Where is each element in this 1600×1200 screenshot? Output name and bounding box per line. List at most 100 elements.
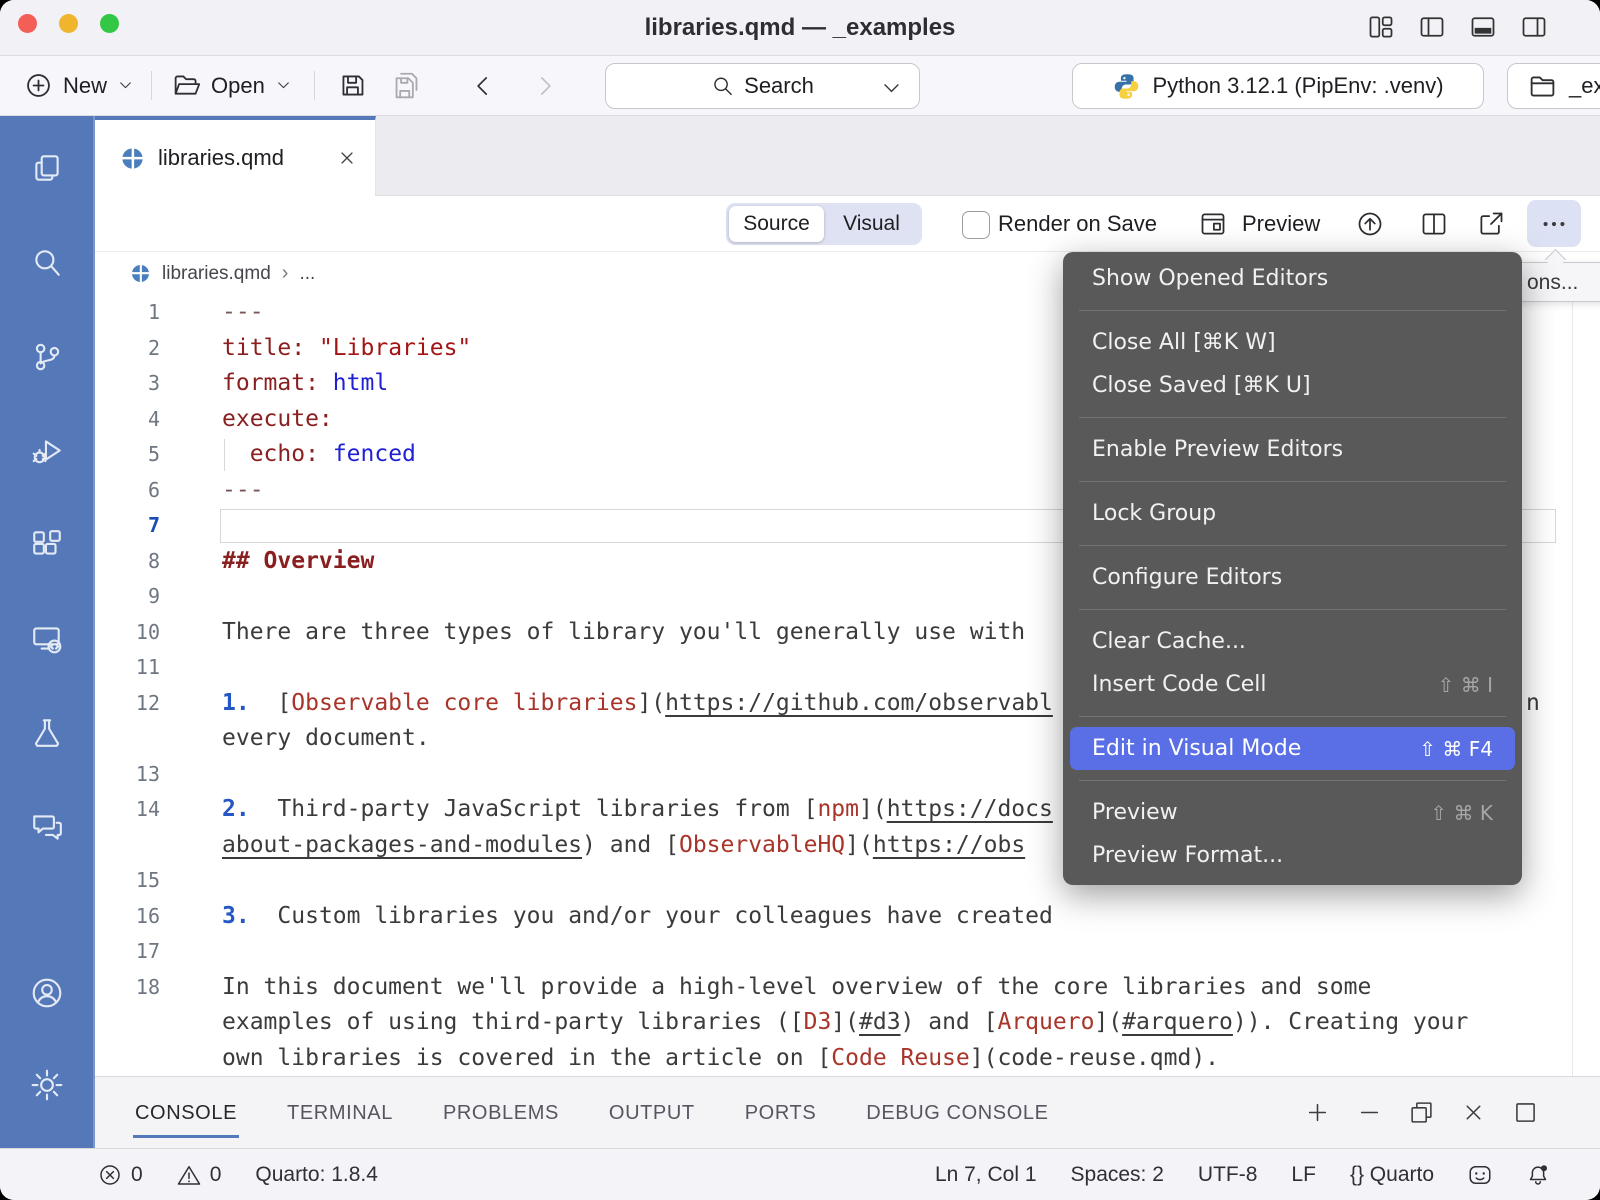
visual-mode-button[interactable]: Visual bbox=[824, 206, 919, 242]
menu-item-label: Close All [⌘K W] bbox=[1092, 330, 1276, 355]
sidebar-explorer[interactable] bbox=[30, 152, 64, 186]
sidebar-debug[interactable] bbox=[30, 434, 64, 468]
code-row[interactable]: examples of using third-party libraries … bbox=[95, 1005, 1600, 1041]
sidebar-extensions[interactable] bbox=[30, 528, 64, 562]
code-row[interactable]: 18In this document we'll provide a high-… bbox=[95, 970, 1600, 1006]
menu-item-shortcut: ⇧ ⌘ F4 bbox=[1419, 737, 1493, 761]
status-item-feedback[interactable] bbox=[1468, 1163, 1492, 1187]
code-text: There are three types of library you'll … bbox=[181, 615, 1025, 651]
code-row[interactable]: 163. Custom libraries you and/or your co… bbox=[95, 899, 1600, 935]
menu-item[interactable]: Configure Editors bbox=[1070, 556, 1515, 599]
status-item[interactable]: Ln 7, Col 1 bbox=[935, 1163, 1037, 1187]
render-icon[interactable] bbox=[1356, 210, 1384, 238]
status-item[interactable]: Quarto: 1.8.4 bbox=[255, 1163, 378, 1187]
sidebar-testing[interactable] bbox=[30, 716, 64, 750]
menu-item[interactable]: Show Opened Editors bbox=[1070, 257, 1515, 300]
panel-tab-console[interactable]: CONSOLE bbox=[133, 1088, 239, 1138]
panel-minus-icon[interactable] bbox=[1357, 1100, 1382, 1125]
menu-item[interactable]: Insert Code Cell ⇧ ⌘ I bbox=[1070, 663, 1515, 706]
menu-item[interactable]: Enable Preview Editors bbox=[1070, 428, 1515, 471]
source-control-icon bbox=[30, 340, 64, 374]
panel-tab-terminal[interactable]: TERMINAL bbox=[285, 1088, 395, 1138]
panel-right-icon[interactable] bbox=[1520, 13, 1548, 41]
sidebar-source-control[interactable] bbox=[30, 340, 64, 374]
menu-separator bbox=[1079, 609, 1506, 610]
panel-close-icon[interactable] bbox=[1461, 1100, 1486, 1125]
preview-button-label[interactable]: Preview bbox=[1242, 211, 1320, 237]
status-item-bell-dot[interactable] bbox=[1526, 1163, 1550, 1187]
status-item-error[interactable]: 0 bbox=[98, 1163, 143, 1187]
code-text: In this document we'll provide a high-le… bbox=[181, 970, 1371, 1006]
panel-restore-icon[interactable] bbox=[1409, 1100, 1434, 1125]
status-item[interactable]: {} Quarto bbox=[1350, 1163, 1434, 1187]
menu-item[interactable]: Preview ⇧ ⌘ K bbox=[1070, 791, 1515, 834]
interpreter-selector[interactable]: Python 3.12.1 (PipEnv: .venv) bbox=[1072, 63, 1484, 109]
menu-item[interactable]: Lock Group bbox=[1070, 492, 1515, 535]
panel-tab-ports[interactable]: PORTS bbox=[743, 1088, 819, 1138]
sidebar-comments[interactable] bbox=[30, 810, 64, 844]
status-item[interactable]: Spaces: 2 bbox=[1071, 1163, 1164, 1187]
explorer-icon bbox=[30, 152, 64, 186]
sidebar-settings[interactable] bbox=[30, 1068, 64, 1102]
navigate-forward-button[interactable] bbox=[532, 56, 558, 115]
code-fragment: n bbox=[1526, 686, 1540, 722]
new-button[interactable]: New bbox=[24, 56, 134, 115]
tab-libraries-qmd[interactable]: libraries.qmd bbox=[95, 116, 376, 196]
line-number: 13 bbox=[95, 757, 181, 793]
project-folder-button[interactable]: _examples bbox=[1507, 63, 1600, 109]
menu-item[interactable]: Clear Cache... bbox=[1070, 620, 1515, 663]
status-item-text: LF bbox=[1291, 1163, 1316, 1187]
open-button[interactable]: Open bbox=[172, 56, 292, 115]
sidebar-remote[interactable] bbox=[30, 622, 64, 656]
more-actions-button[interactable] bbox=[1527, 200, 1581, 247]
status-item[interactable]: LF bbox=[1291, 1163, 1316, 1187]
code-row[interactable]: 17 bbox=[95, 934, 1600, 970]
line-number: 15 bbox=[95, 863, 181, 899]
line-number: 7 bbox=[95, 508, 181, 544]
panel-tab-problems[interactable]: PROBLEMS bbox=[441, 1088, 561, 1138]
status-bar: 0 0 Quarto: 1.8.4 Ln 7, Col 1 Spaces: 2 … bbox=[0, 1148, 1600, 1200]
panel-plus-icon[interactable] bbox=[1305, 1100, 1330, 1125]
save-all-button[interactable] bbox=[392, 56, 421, 115]
open-in-new-window-icon[interactable] bbox=[1477, 210, 1505, 238]
menu-item[interactable]: Edit in Visual Mode ⇧ ⌘ F4 bbox=[1070, 727, 1515, 770]
status-item-text: 0 bbox=[131, 1163, 143, 1187]
menu-separator bbox=[1079, 417, 1506, 418]
tab-close-icon[interactable] bbox=[337, 148, 357, 168]
line-number: 18 bbox=[95, 970, 181, 1006]
layout-icon[interactable] bbox=[1367, 13, 1395, 41]
render-on-save-checkbox[interactable] bbox=[962, 211, 990, 239]
feedback-icon bbox=[1468, 1163, 1492, 1187]
menu-item[interactable]: Preview Format... bbox=[1070, 834, 1515, 877]
split-editor-icon[interactable] bbox=[1420, 210, 1448, 238]
status-item-warning[interactable]: 0 bbox=[177, 1163, 222, 1187]
forward-arrow-icon bbox=[532, 73, 558, 99]
panel-bottom-icon[interactable] bbox=[1469, 13, 1497, 41]
line-number: 9 bbox=[95, 579, 181, 615]
menu-item-label: Configure Editors bbox=[1092, 565, 1282, 590]
sidebar-search[interactable] bbox=[30, 246, 64, 280]
titlebar: libraries.qmd — _examples bbox=[0, 0, 1600, 56]
sidebar-account[interactable] bbox=[30, 976, 64, 1010]
breadcrumb-file[interactable]: libraries.qmd bbox=[162, 263, 271, 285]
search-box[interactable]: Search bbox=[605, 63, 920, 109]
warning-icon bbox=[177, 1163, 201, 1187]
breadcrumb-more[interactable]: ... bbox=[299, 263, 315, 285]
activity-bar-top bbox=[30, 152, 64, 844]
debug-icon bbox=[30, 434, 64, 468]
status-item[interactable]: UTF-8 bbox=[1198, 1163, 1258, 1187]
save-button[interactable] bbox=[338, 56, 367, 115]
chevron-down-icon bbox=[275, 77, 292, 94]
preview-icon[interactable] bbox=[1199, 210, 1227, 238]
navigate-back-button[interactable] bbox=[470, 56, 496, 115]
source-mode-button[interactable]: Source bbox=[729, 206, 824, 242]
search-icon bbox=[711, 75, 734, 98]
code-row[interactable]: own libraries is covered in the article … bbox=[95, 1041, 1600, 1077]
panel-tab-output[interactable]: OUTPUT bbox=[607, 1088, 697, 1138]
menu-item[interactable]: Close All [⌘K W] bbox=[1070, 321, 1515, 364]
menu-item[interactable]: Close Saved [⌘K U] bbox=[1070, 364, 1515, 407]
panel-maximize-icon[interactable] bbox=[1513, 1100, 1538, 1125]
panel-left-icon[interactable] bbox=[1418, 13, 1446, 41]
panel-tab-debug-console[interactable]: DEBUG CONSOLE bbox=[864, 1088, 1050, 1138]
menu-item-label: Enable Preview Editors bbox=[1092, 437, 1343, 462]
